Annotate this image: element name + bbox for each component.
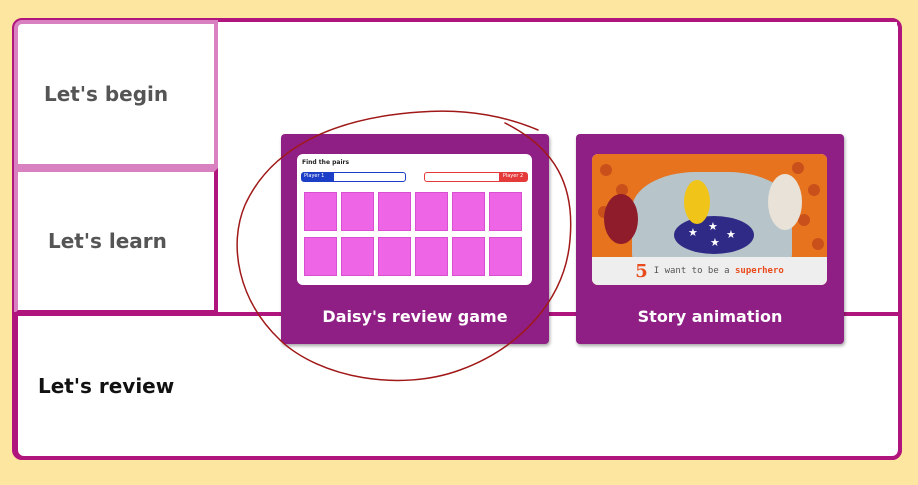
pair-tile — [304, 192, 337, 231]
player1-bar: Player 1 — [301, 172, 406, 182]
story-animation-thumbnail: ★ ★ ★ ★ 5 I want to be a superhero — [592, 154, 827, 285]
pair-tile — [489, 192, 522, 231]
nav-lets-begin[interactable]: Let's begin — [14, 20, 218, 168]
player2-label: Player 2 — [499, 173, 527, 181]
story-title-strip: 5 I want to be a superhero — [592, 257, 827, 285]
star-rug: ★ ★ ★ ★ — [674, 216, 754, 254]
pair-tile — [452, 192, 485, 231]
kid-figure — [604, 194, 638, 244]
pair-tile — [415, 237, 448, 276]
story-animation-label: Story animation — [637, 307, 783, 326]
review-game-card[interactable]: Find the pairs Player 1 Player 2 Daisy's… — [281, 134, 549, 344]
pair-tiles-grid — [304, 192, 526, 276]
player1-label: Player 1 — [302, 173, 334, 181]
nav-lets-learn-label: Let's learn — [48, 229, 167, 253]
pair-tile — [452, 237, 485, 276]
pair-tile — [378, 192, 411, 231]
nav-lets-learn[interactable]: Let's learn — [14, 168, 218, 314]
nav-lets-review-label: Let's review — [38, 374, 175, 398]
player2-bar: Player 2 — [424, 172, 528, 182]
find-pairs-title: Find the pairs — [302, 159, 350, 166]
pair-tile — [304, 237, 337, 276]
pair-tile — [489, 237, 522, 276]
review-game-label: Daisy's review game — [322, 307, 508, 326]
pair-tile — [415, 192, 448, 231]
nav-lets-begin-label: Let's begin — [44, 82, 169, 106]
story-animation-card[interactable]: ★ ★ ★ ★ 5 I want to be a superhero Story… — [576, 134, 844, 344]
story-title: I want to be a superhero — [653, 266, 784, 276]
kid-figure — [684, 180, 710, 224]
pair-tile — [341, 192, 374, 231]
review-game-thumbnail: Find the pairs Player 1 Player 2 — [297, 154, 532, 285]
pair-tile — [341, 237, 374, 276]
story-number: 5 — [635, 260, 648, 282]
pair-tile — [378, 237, 411, 276]
kid-figure — [768, 174, 802, 230]
